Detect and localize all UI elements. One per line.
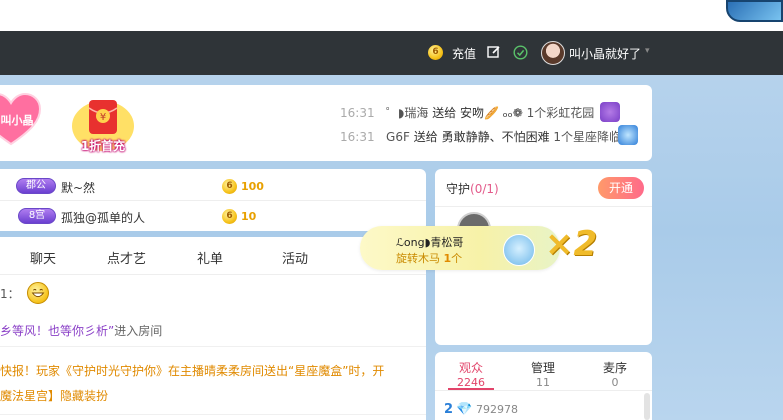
rank-value: 10 bbox=[241, 210, 257, 223]
divider bbox=[0, 414, 426, 415]
heart-badge-label: 叫小晶 bbox=[0, 114, 34, 127]
tab-talent[interactable]: 点才艺 bbox=[107, 248, 146, 267]
divider bbox=[0, 346, 426, 347]
chat-broadcast-line: 魔法星宫】隐藏装扮 bbox=[0, 389, 109, 403]
browser-top-strip bbox=[0, 0, 783, 31]
guard-count: (0/1) bbox=[470, 182, 499, 196]
audience-score: 792978 bbox=[476, 403, 518, 416]
coin-icon: 6 bbox=[222, 179, 237, 194]
message-target: 勇敢静静、不怕困难 bbox=[441, 130, 550, 144]
divider bbox=[0, 200, 426, 201]
desktop-app-icon[interactable] bbox=[726, 0, 783, 22]
message-sender: G6F bbox=[386, 130, 410, 144]
divider bbox=[435, 390, 652, 391]
recharge-link[interactable]: 充值 bbox=[452, 45, 476, 62]
gift-message-row: 16:31 ゜◗瑞海 送给 安吻🥖 ₒₒ❁ 1个彩虹花园 bbox=[340, 104, 594, 121]
chat-message-prefix: 1： bbox=[0, 287, 20, 301]
rank-badge: 郡公 bbox=[16, 178, 56, 194]
chat-broadcast-line: 快报！玩家《守护时光守护你》在主播晴柔柔房间送出“星座魔盒”时，开 bbox=[0, 364, 385, 378]
chat-user-quote: 乡等风！也等你彡析” bbox=[0, 324, 115, 338]
chat-enter-text: 进入房间 bbox=[114, 324, 163, 338]
chat-enter-message: 乡等风！也等你彡析”进入房间 bbox=[0, 322, 162, 339]
laughing-emoji-icon bbox=[27, 282, 49, 304]
message-time: 16:31 bbox=[340, 130, 375, 144]
message-target: 安吻🥖 ₒₒ❁ bbox=[460, 106, 523, 120]
edit-icon[interactable] bbox=[487, 45, 501, 59]
top-nav-bar bbox=[0, 31, 783, 75]
toast-sender: ℒong◗青松哥 bbox=[396, 236, 464, 249]
toast-gift-count: 1 bbox=[443, 252, 452, 265]
constellation-gift-icon bbox=[618, 125, 638, 145]
message-action: 送给 bbox=[432, 106, 457, 120]
gift-message-row: 16:31 G6F 送给 勇敢静静、不怕困难 1个星座降临 bbox=[340, 128, 621, 145]
tab-mic-queue[interactable]: 麦序 0 bbox=[590, 359, 640, 389]
toast-gift-text: 旋转木马 1个 bbox=[396, 252, 463, 265]
tab-divider bbox=[0, 274, 426, 275]
gift-multiplier: ×2 bbox=[545, 224, 598, 264]
rainbow-garden-gift-icon bbox=[600, 102, 620, 122]
diamond-icon: 💎 bbox=[456, 402, 473, 417]
message-action: 送给 bbox=[413, 130, 438, 144]
message-time: 16:31 bbox=[340, 106, 375, 120]
rank-user-name[interactable]: 默~然 bbox=[61, 179, 95, 196]
rank-value: 100 bbox=[241, 180, 264, 193]
tab-activity[interactable]: 活动 bbox=[282, 248, 308, 267]
guard-title: 守护(0/1) bbox=[446, 182, 499, 196]
tab-gift-list[interactable]: 礼单 bbox=[197, 248, 223, 267]
coin-icon: 6 bbox=[222, 209, 237, 224]
coin-icon: 6 bbox=[428, 45, 443, 60]
check-circle-icon[interactable] bbox=[513, 45, 528, 60]
message-sender: ゜◗瑞海 bbox=[386, 106, 429, 120]
envelope-glyph: ¥ bbox=[100, 112, 106, 123]
user-avatar[interactable] bbox=[541, 41, 565, 65]
mic-queue-count: 0 bbox=[611, 376, 619, 389]
open-guard-button[interactable]: 开通 bbox=[598, 177, 644, 199]
chevron-down-icon[interactable]: ▾ bbox=[645, 46, 650, 56]
audience-rank-number: 2 bbox=[444, 402, 454, 417]
carousel-gift-icon bbox=[503, 234, 535, 266]
divider bbox=[435, 206, 652, 207]
scrollbar[interactable] bbox=[644, 393, 650, 420]
admin-count: 11 bbox=[536, 376, 550, 389]
rank-badge: 8宫 bbox=[18, 208, 56, 224]
tab-chat[interactable]: 聊天 bbox=[30, 248, 56, 267]
message-gift: 1个彩虹花园 bbox=[526, 106, 595, 120]
tab-admins[interactable]: 管理 11 bbox=[518, 359, 568, 389]
rank-user-name[interactable]: 孤独@孤单的人 bbox=[61, 209, 145, 226]
tab-audience[interactable]: 观众 2246 bbox=[446, 359, 496, 389]
message-gift: 1个星座降临 bbox=[553, 130, 622, 144]
first-recharge-label[interactable]: 1折首充 bbox=[70, 137, 136, 154]
username-label[interactable]: 叫小晶就好了 bbox=[569, 45, 641, 62]
